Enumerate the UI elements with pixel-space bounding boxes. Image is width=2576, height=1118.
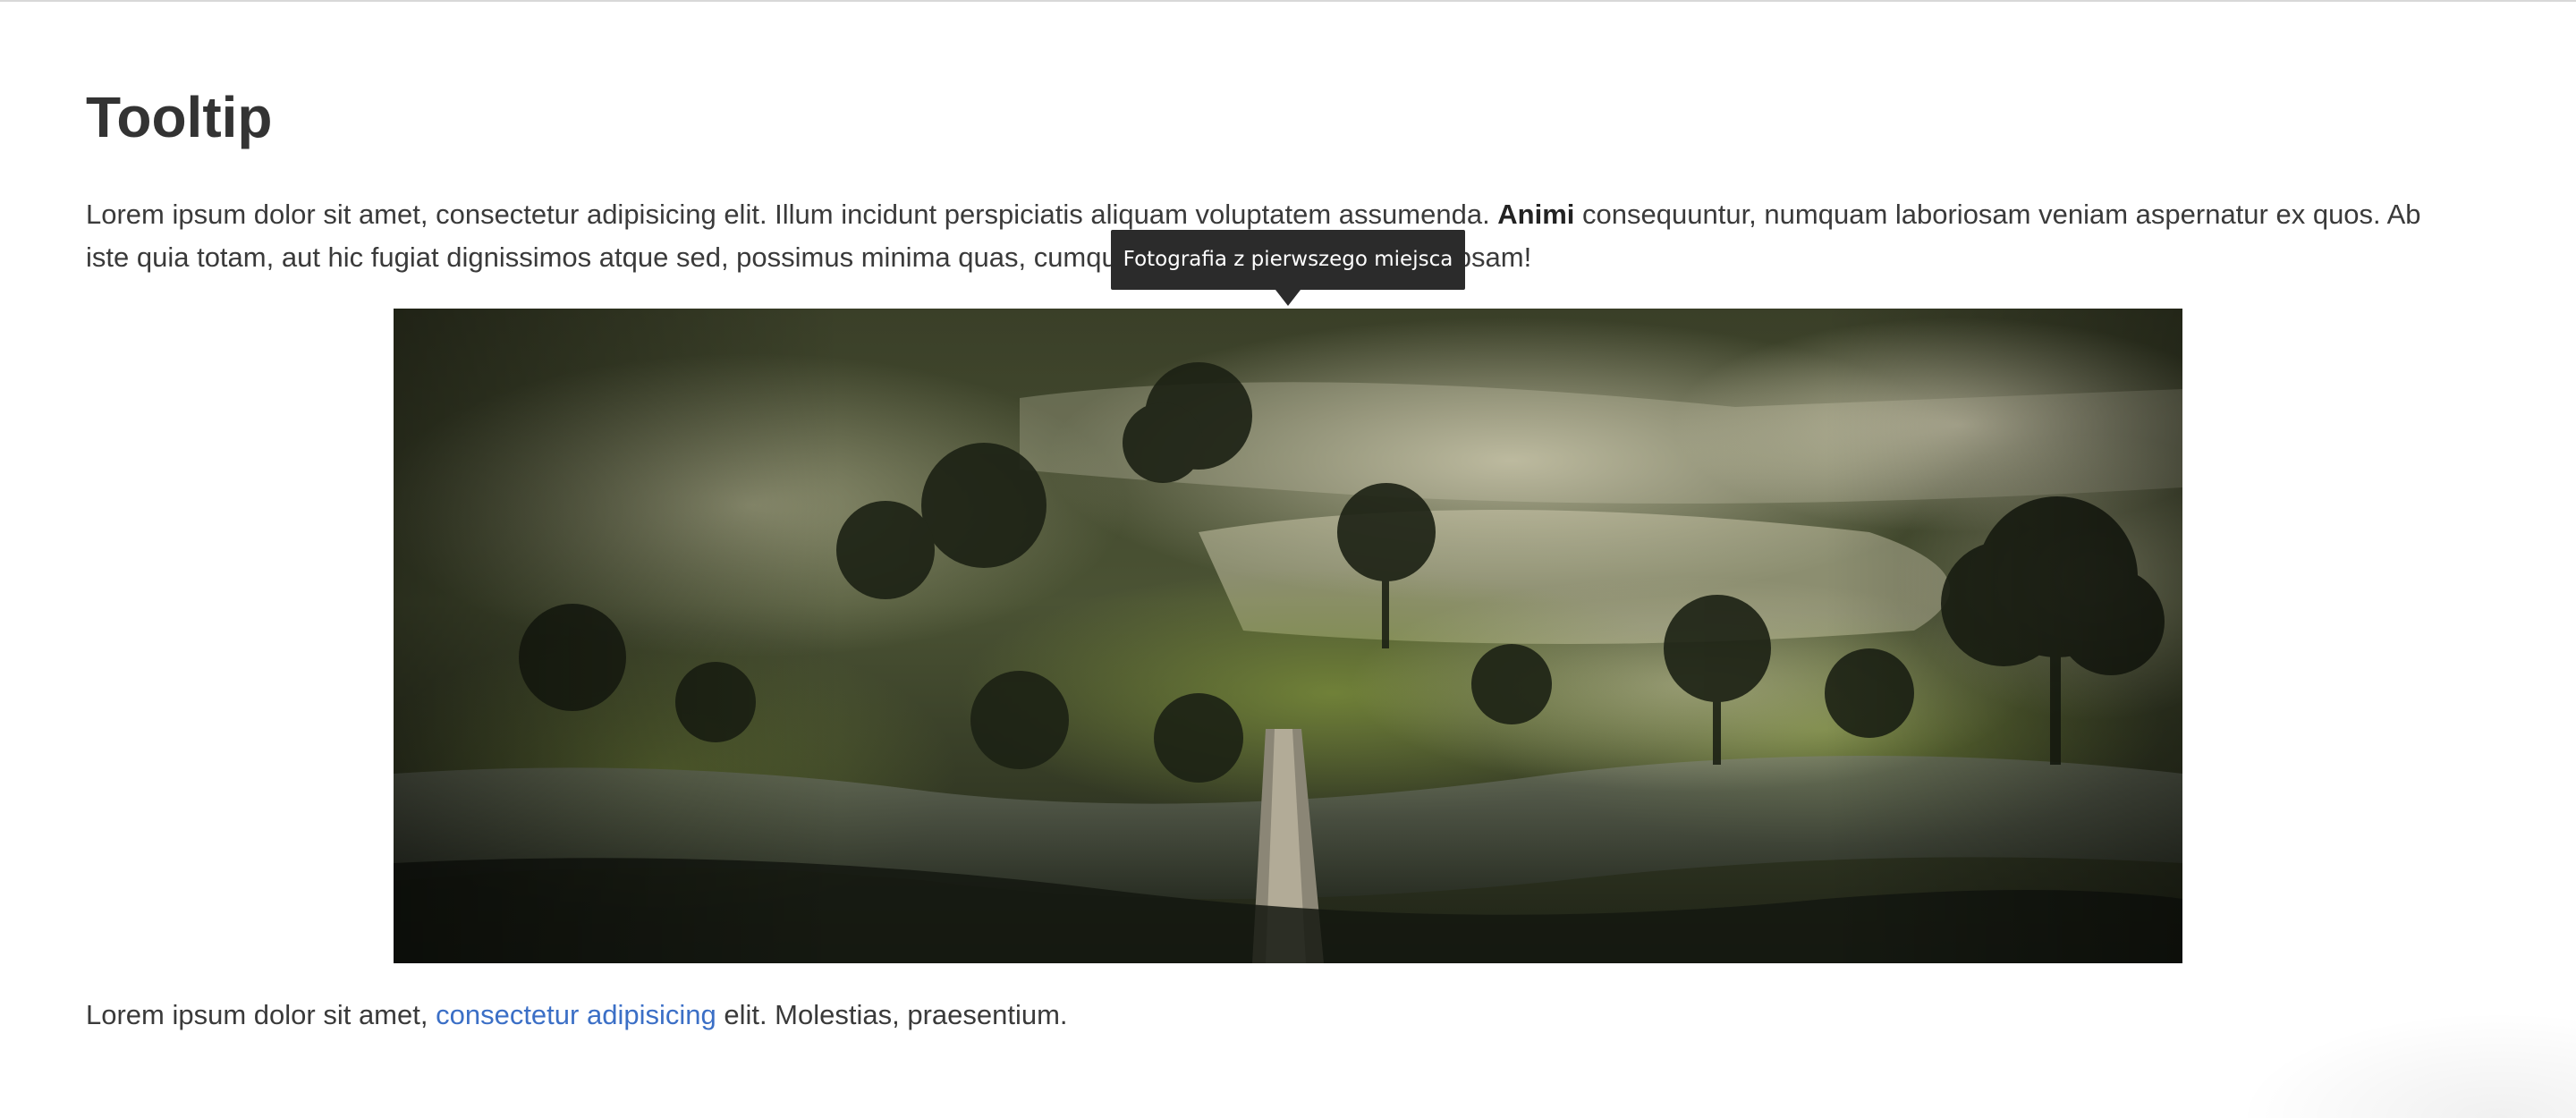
landscape-photo[interactable] xyxy=(394,309,2182,963)
corner-shadow xyxy=(2236,1011,2576,1118)
intro-bold-word: Animi xyxy=(1497,199,1575,230)
intro-text-start: Lorem ipsum dolor sit amet, consectetur … xyxy=(86,199,1498,230)
outro-text-end: elit. Molestias, praesentium. xyxy=(716,999,1068,1030)
tooltip: Fotografia z pierwszego miejsca xyxy=(1111,230,1465,290)
photo-illustration xyxy=(394,309,2182,963)
outro-paragraph: Lorem ipsum dolor sit amet, consectetur … xyxy=(86,994,1068,1037)
page-title: Tooltip xyxy=(86,85,273,149)
inline-link[interactable]: consectetur adipisicing xyxy=(436,999,716,1030)
top-border xyxy=(0,0,2576,2)
tooltip-arrow xyxy=(1275,290,1301,306)
outro-text-start: Lorem ipsum dolor sit amet, xyxy=(86,999,436,1030)
